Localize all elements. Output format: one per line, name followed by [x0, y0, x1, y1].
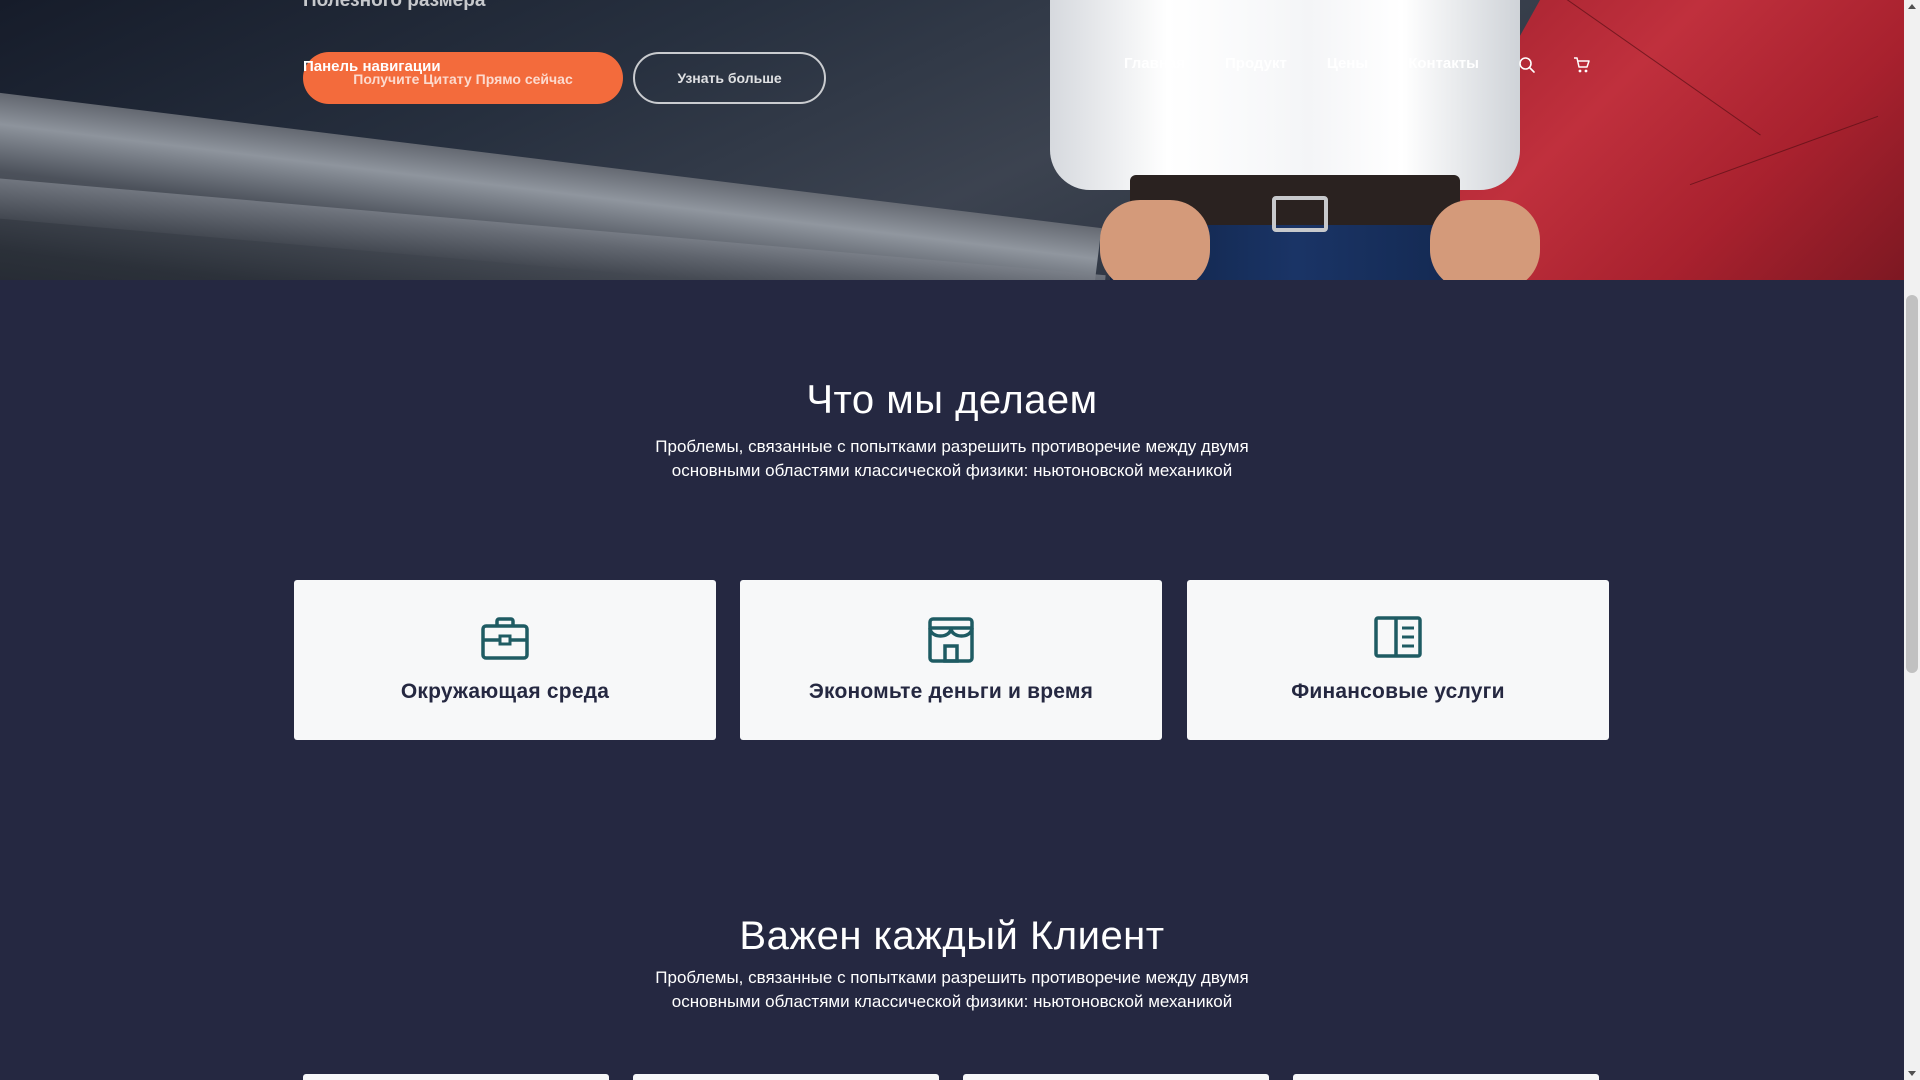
hero-person-image [1010, 0, 1570, 280]
hero-subtitle: Полезного размера [303, 0, 486, 11]
service-card[interactable]: Финансовые услуги [1187, 580, 1609, 740]
menu-item-prices[interactable]: Цены [1327, 55, 1368, 72]
person-hand-left [1100, 200, 1210, 280]
what-we-do-text-line2: основными областями классической физики:… [671, 461, 1233, 480]
service-card[interactable]: Экономьте деньги и время [740, 580, 1162, 740]
nav-panel-label: Панель навигации [303, 58, 441, 75]
person-belt-buckle [1272, 196, 1328, 232]
scrollbar-thumb[interactable] [1906, 295, 1918, 673]
service-card[interactable]: Окружающая среда [294, 580, 716, 740]
service-card-title: Финансовые услуги [1291, 680, 1505, 703]
page: Полезного размера Получите Цитату Прямо … [0, 0, 1920, 1080]
person-shirt [1050, 0, 1520, 190]
hero-banner: Полезного размера Получите Цитату Прямо … [0, 0, 1904, 280]
scroll-down-arrow-icon[interactable] [1908, 1071, 1916, 1076]
learn-more-button[interactable]: Узнать больше [633, 52, 826, 104]
client-card[interactable] [633, 1074, 939, 1080]
briefcase-icon [481, 616, 529, 666]
clients-text-line2: основными областями классической физики:… [671, 992, 1233, 1011]
book-icon [1374, 616, 1422, 666]
what-we-do-title: Что мы делаем [806, 378, 1098, 422]
menu-item-home[interactable]: Главная [1124, 55, 1185, 72]
client-card[interactable] [303, 1074, 609, 1080]
scroll-up-arrow-icon[interactable] [1908, 4, 1916, 9]
cart-icon[interactable] [1573, 56, 1591, 79]
person-hand-right [1430, 200, 1540, 280]
menu-item-product[interactable]: Продукт [1225, 55, 1287, 72]
what-we-do-text-line1: Проблемы, связанные с попытками разрешит… [655, 437, 1249, 456]
clients-title: Важен каждый Клиент [739, 914, 1165, 958]
menu-item-contacts[interactable]: Контакты [1408, 55, 1479, 72]
service-card-title: Окружающая среда [400, 680, 610, 703]
service-card-title: Экономьте деньги и время [808, 680, 1094, 703]
client-card[interactable] [1293, 1074, 1599, 1080]
store-icon [927, 616, 975, 666]
main-menu: Главная Продукт Цены Контакты [1124, 55, 1519, 72]
client-card[interactable] [963, 1074, 1269, 1080]
page-scrollbar[interactable] [1904, 0, 1920, 1080]
search-icon[interactable] [1518, 56, 1536, 79]
clients-text-line1: Проблемы, связанные с попытками разрешит… [655, 968, 1249, 987]
